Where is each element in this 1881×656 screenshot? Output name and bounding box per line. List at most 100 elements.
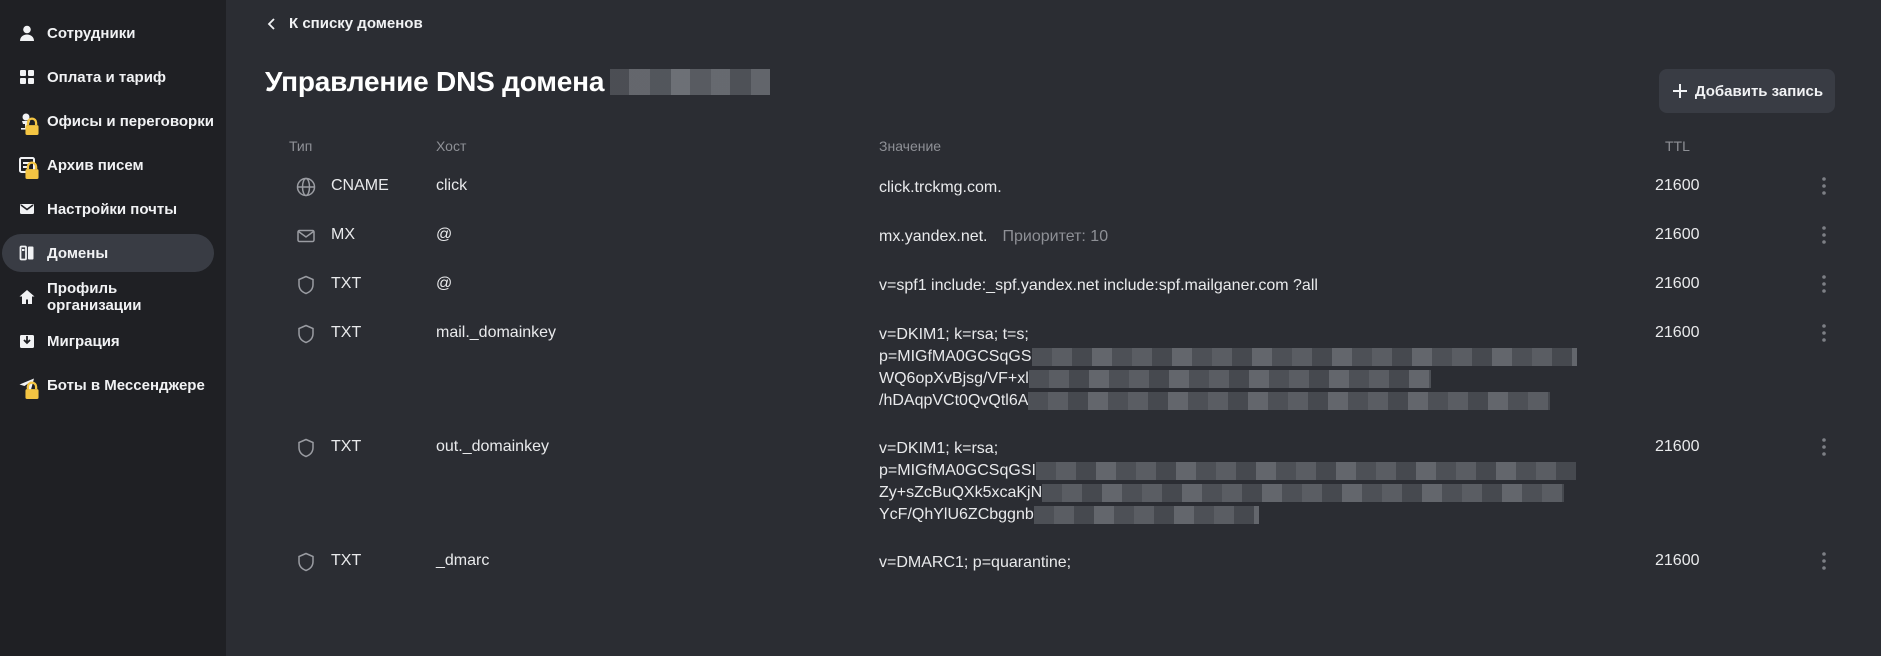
record-host: _dmarc (436, 552, 490, 569)
column-header-type: Тип (289, 138, 313, 154)
page-title: Управление DNS домена (265, 66, 605, 97)
mail-icon (18, 200, 36, 218)
mx-priority: Приоритет: 10 (1002, 228, 1109, 245)
shield-icon (295, 274, 317, 296)
home-icon (18, 288, 36, 306)
column-header-value: Значение (879, 138, 942, 154)
table-row[interactable]: TXT mail._domainkey v=DKIM1; k=rsa; t=s;… (289, 324, 1869, 414)
table-header: Тип Хост Значение TTL (289, 132, 1869, 162)
sidebar-item-offices[interactable]: Офисы и переговорки (2, 102, 214, 140)
record-ttl: 21600 (1655, 177, 1700, 194)
sidebar-item-bots[interactable]: Боты в Мессенджере (2, 366, 214, 404)
table-row[interactable]: TXT out._domainkey v=DKIM1; k=rsa; p=MIG… (289, 438, 1869, 528)
sidebar: Сотрудники Оплата и тариф Офисы и перего… (0, 0, 226, 656)
more-actions-icon[interactable] (1819, 436, 1829, 458)
sidebar-item-employees[interactable]: Сотрудники (2, 14, 214, 52)
redacted-key (1033, 505, 1259, 524)
record-value: mx.yandex.net. Приоритет: 10 (879, 226, 1108, 248)
redacted-key (1028, 391, 1551, 410)
record-value: v=DMARC1; p=quarantine; (879, 552, 1071, 574)
record-ttl: 21600 (1655, 226, 1700, 243)
record-type: TXT (331, 552, 362, 569)
redacted-key (1028, 369, 1431, 388)
record-value-line: /hDAqpVCt0QvQtl6A (879, 392, 1029, 409)
record-value-line: v=DKIM1; k=rsa; (879, 440, 999, 457)
record-value: click.trckmg.com. (879, 177, 1002, 199)
more-actions-icon[interactable] (1819, 175, 1829, 197)
record-type: CNAME (331, 177, 389, 194)
main-content: К списку доменов Управление DNS домена Д… (226, 0, 1881, 656)
record-type: TXT (331, 275, 362, 292)
sidebar-item-mail-settings[interactable]: Настройки почты (2, 190, 214, 228)
lock-icon (25, 117, 39, 135)
add-record-button[interactable]: Добавить запись (1659, 69, 1835, 113)
office-icon (18, 112, 39, 135)
record-type: MX (331, 226, 355, 243)
record-value-line: Zy+sZcBuQXk5xcaKjN (879, 484, 1043, 501)
sidebar-item-label: Настройки почты (47, 200, 178, 218)
record-value: v=spf1 include:_spf.yandex.net include:s… (879, 275, 1318, 297)
table-row[interactable]: MX @ mx.yandex.net. Приоритет: 10 21600 (289, 226, 1869, 250)
archive-icon (18, 156, 39, 179)
redacted-key (1042, 483, 1565, 502)
record-host: @ (436, 275, 453, 292)
app: Сотрудники Оплата и тариф Офисы и перего… (0, 0, 1881, 656)
sidebar-item-org-profile[interactable]: Профиль организации (2, 278, 214, 316)
sidebar-item-domains[interactable]: Домены (2, 234, 214, 272)
chevron-left-icon (267, 17, 275, 30)
sidebar-item-label: Боты в Мессенджере (47, 376, 205, 394)
record-host: @ (436, 226, 453, 243)
record-value: v=DKIM1; k=rsa; t=s; p=MIGfMA0GCSqGS WQ6… (879, 324, 1577, 412)
more-actions-icon[interactable] (1819, 273, 1829, 295)
column-header-host: Хост (436, 138, 467, 154)
sidebar-item-label: Профиль организации (47, 280, 142, 314)
record-value-line: v=DKIM1; k=rsa; t=s; (879, 326, 1029, 343)
record-ttl: 21600 (1655, 438, 1700, 455)
record-value-line: p=MIGfMA0GCSqGSI (879, 462, 1036, 479)
domains-icon (18, 244, 36, 262)
column-header-ttl: TTL (1665, 138, 1690, 154)
plus-icon (1672, 84, 1687, 98)
migration-icon (18, 332, 36, 350)
record-value-line: WQ6opXvBjsg/VF+xl (879, 370, 1029, 387)
dns-records-table: Тип Хост Значение TTL CNAME click click.… (289, 132, 1869, 572)
sidebar-item-label: Миграция (47, 332, 120, 350)
record-host: out._domainkey (436, 438, 549, 455)
record-value-line: v=DMARC1; p=quarantine; (879, 554, 1072, 571)
more-actions-icon[interactable] (1819, 322, 1829, 344)
redacted-key (1035, 461, 1576, 480)
more-actions-icon[interactable] (1819, 224, 1829, 246)
record-value-line: click.trckmg.com. (879, 179, 1002, 196)
table-row[interactable]: TXT @ v=spf1 include:_spf.yandex.net inc… (289, 275, 1869, 299)
record-value: v=DKIM1; k=rsa; p=MIGfMA0GCSqGSI Zy+sZcB… (879, 438, 1576, 526)
record-value-line: mx.yandex.net. (879, 228, 988, 245)
record-value-line: v=spf1 include:_spf.yandex.net include:s… (879, 277, 1318, 294)
page-title-row: Управление DNS домена (265, 66, 771, 98)
add-record-label: Добавить запись (1694, 82, 1824, 100)
grid-icon (18, 68, 36, 86)
person-icon (18, 24, 36, 42)
sidebar-item-migration[interactable]: Миграция (2, 322, 214, 360)
table-row[interactable]: TXT _dmarc v=DMARC1; p=quarantine; 21600 (289, 552, 1869, 576)
sidebar-item-label: Сотрудники (47, 24, 136, 42)
envelope-icon (295, 225, 317, 247)
redacted-domain (610, 69, 771, 95)
record-value-line: YcF/QhYlU6ZCbggnb (879, 506, 1034, 523)
sidebar-item-billing[interactable]: Оплата и тариф (2, 58, 214, 96)
back-to-domains-link[interactable]: К списку доменов (265, 15, 423, 32)
record-ttl: 21600 (1655, 552, 1700, 569)
lock-icon (25, 381, 39, 399)
record-type: TXT (331, 438, 362, 455)
lock-icon (25, 161, 39, 179)
table-row[interactable]: CNAME click click.trckmg.com. 21600 (289, 177, 1869, 201)
back-label: К списку доменов (289, 15, 423, 32)
record-type: TXT (331, 324, 362, 341)
sidebar-item-label: Оплата и тариф (47, 68, 167, 86)
record-host: mail._domainkey (436, 324, 557, 341)
sidebar-item-archive[interactable]: Архив писем (2, 146, 214, 184)
more-actions-icon[interactable] (1819, 550, 1829, 572)
record-ttl: 21600 (1655, 275, 1700, 292)
record-value-line: p=MIGfMA0GCSqGS (879, 348, 1032, 365)
shield-icon (295, 551, 317, 573)
record-ttl: 21600 (1655, 324, 1700, 341)
